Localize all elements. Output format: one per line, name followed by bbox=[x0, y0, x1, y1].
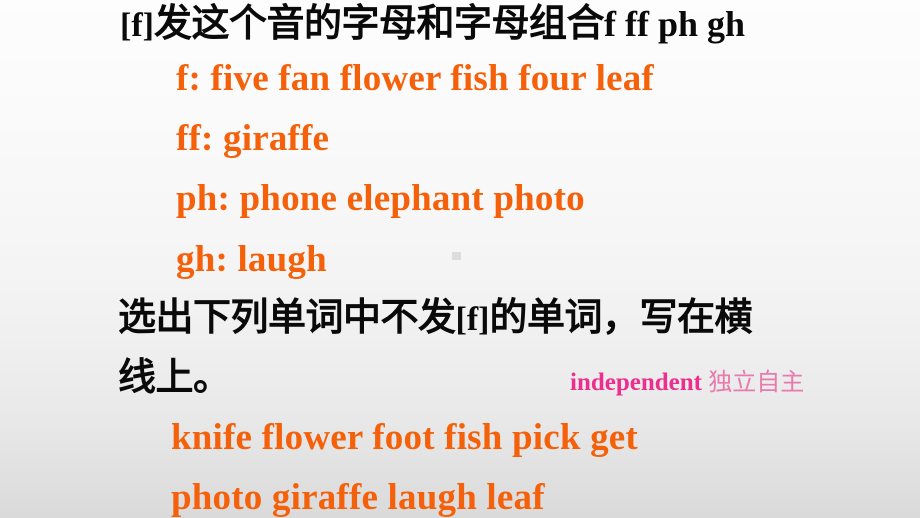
vocab-note: independent 独立自主 bbox=[570, 370, 804, 395]
title-letter-list: f ff ph gh bbox=[603, 4, 746, 44]
title-phonetic-symbol: [f] bbox=[120, 7, 154, 44]
sound-rule-f: f: five fan flower fish four leaf bbox=[176, 58, 654, 99]
instruction-line-2: 线上。 bbox=[118, 355, 231, 399]
sound-rule-ff: ff: giraffe bbox=[176, 118, 330, 159]
sound-rule-ph: ph: phone elephant photo bbox=[176, 178, 585, 219]
title-chinese-text: 发这个音的字母和字母组合 bbox=[153, 1, 605, 45]
instruction-phonetic-symbol: [f] bbox=[455, 301, 490, 338]
instruction-text-part2: 的单词，写在横 bbox=[489, 295, 752, 339]
instruction-text-part1: 选出下列单词中不发 bbox=[118, 295, 456, 339]
instruction-line-1: 选出下列单词中不发[f]的单词，写在横 bbox=[118, 298, 752, 337]
sound-rule-gh: gh: laugh bbox=[176, 239, 327, 280]
vocab-note-chinese: 独立自主 bbox=[708, 368, 805, 396]
title-line: [f]发这个音的字母和字母组合f ff ph gh bbox=[120, 4, 745, 43]
word-bank-row-1: knife flower foot fish pick get bbox=[171, 417, 638, 458]
vocab-note-english: independent bbox=[570, 369, 702, 396]
word-bank-row-2: photo giraffe laugh leaf bbox=[171, 477, 545, 518]
stray-gray-square bbox=[452, 252, 461, 260]
slide-canvas: [f]发这个音的字母和字母组合f ff ph gh f: five fan fl… bbox=[0, 0, 920, 518]
